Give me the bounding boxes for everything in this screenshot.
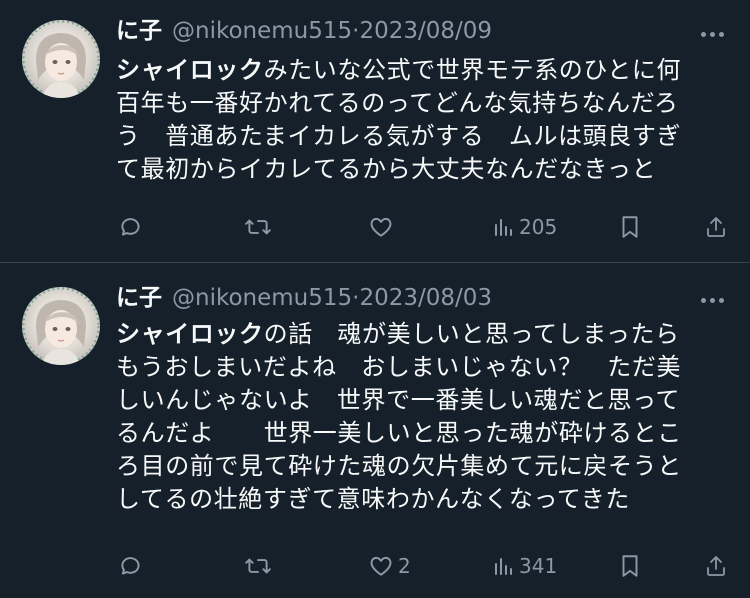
views-button[interactable]: 341: [493, 551, 557, 581]
views-button[interactable]: 205: [493, 212, 557, 242]
tweet-text-line: 百年も一番好かれてるのってどんな気持ちなんだろ: [116, 89, 679, 117]
reply-button[interactable]: [118, 551, 148, 581]
tweet-header: に子 @nikonemu515·2023/08/09: [116, 17, 492, 45]
reply-icon: [121, 557, 140, 575]
more-options-button[interactable]: [698, 20, 728, 48]
bookmark-icon: [622, 555, 638, 577]
reply-icon: [121, 218, 140, 236]
tweet-text-line: う 普通あたまイカレる気がする ムルは頭良すぎ: [116, 122, 682, 150]
tweet-text-line: て最初からイカレてるから大丈夫なんだなきっと: [116, 155, 657, 183]
tweet-text-line: してるの壮絶すぎて意味わかんなくなってきた: [116, 485, 630, 513]
view-count: 341: [519, 554, 558, 578]
view-count: 205: [519, 215, 558, 239]
tweet-text-line: るんだよ 世界一美しいと思った魂が砕けるとこ: [116, 419, 682, 447]
tweet-text-line: しいんじゃないよ 世界で一番美しい魂だと思って: [116, 386, 681, 414]
bookmark-icon: [622, 216, 638, 238]
like-button[interactable]: 2: [368, 551, 411, 581]
more-icon: [701, 298, 706, 303]
tweet-text: シャイロックみたいな公式で世界モテ系のひとに何 百年も一番好かれてるのってどんな…: [116, 54, 731, 186]
more-icon: [701, 32, 706, 37]
retweet-icon: [245, 219, 271, 235]
retweet-button[interactable]: [244, 551, 276, 581]
views-icon: [495, 219, 512, 236]
retweet-icon: [245, 558, 271, 574]
bookmark-button[interactable]: [619, 212, 641, 242]
tweet-text-line: ろ目の前で見て砕けた魂の欠片集めて元に戻そうと: [116, 452, 682, 480]
display-name[interactable]: に子: [116, 285, 162, 311]
user-handle[interactable]: @nikonemu515: [172, 285, 352, 311]
reply-button[interactable]: [118, 212, 148, 242]
like-icon: [370, 217, 392, 237]
tweet[interactable]: に子 @nikonemu515·2023/08/09 シャイロックみたいな公式で世…: [0, 0, 750, 263]
tweet-text-line: もうおしまいだよね おしまいじゃない？ ただ美: [116, 353, 682, 381]
more-options-button[interactable]: [698, 286, 728, 314]
share-button[interactable]: [704, 212, 728, 242]
tweet-date[interactable]: 2023/08/09: [359, 18, 492, 44]
retweet-button[interactable]: [244, 212, 276, 242]
tweet-actions: 205: [0, 212, 750, 242]
share-button[interactable]: [704, 551, 728, 581]
tweet-date[interactable]: 2023/08/03: [359, 285, 492, 311]
tweet-actions: 2 341: [0, 551, 750, 581]
highlight-text: シャイロック: [116, 56, 264, 84]
tweet-divider: [0, 262, 750, 263]
tweet-header: に子 @nikonemu515·2023/08/03: [116, 284, 492, 312]
avatar[interactable]: [22, 20, 100, 98]
tweet[interactable]: に子 @nikonemu515·2023/08/03 シャイロックの話 魂が美しい…: [0, 264, 750, 598]
like-count: 2: [398, 554, 411, 578]
highlight-text: シャイロック: [116, 320, 264, 348]
avatar[interactable]: [22, 287, 100, 365]
bookmark-button[interactable]: [619, 551, 641, 581]
user-handle[interactable]: @nikonemu515: [172, 18, 352, 44]
like-icon: [370, 556, 392, 576]
share-icon: [707, 217, 725, 237]
like-button[interactable]: [368, 212, 398, 242]
share-icon: [707, 556, 725, 576]
display-name[interactable]: に子: [116, 18, 162, 44]
tweet-text: シャイロックの話 魂が美しいと思ってしまったら もうおしまいだよね おしまいじゃ…: [116, 318, 731, 516]
views-icon: [495, 558, 512, 575]
